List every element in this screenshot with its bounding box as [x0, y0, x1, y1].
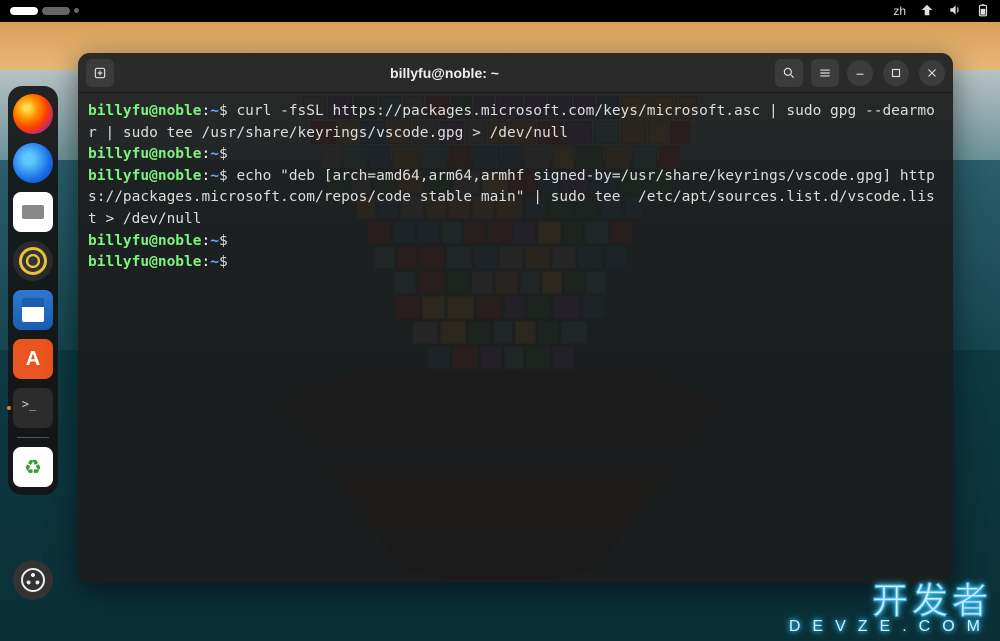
search-button[interactable]	[775, 59, 803, 87]
dock-software[interactable]	[13, 339, 53, 379]
dock-terminal[interactable]	[13, 388, 53, 428]
terminal-line: billyfu@noble:~$	[88, 252, 943, 274]
terminal-line: billyfu@noble:~$ curl -fsSL https://pack…	[88, 101, 943, 144]
terminal-window: billyfu@noble: ~ billyfu@noble:~$ curl -…	[78, 53, 953, 583]
terminal-line: billyfu@noble:~$	[88, 144, 943, 166]
terminal-title: billyfu@noble: ~	[122, 65, 767, 81]
top-bar: zh	[0, 0, 1000, 22]
terminal-line: billyfu@noble:~$ echo "deb [arch=amd64,a…	[88, 166, 943, 231]
dock-firefox[interactable]	[13, 94, 53, 134]
terminal-body[interactable]: billyfu@noble:~$ curl -fsSL https://pack…	[78, 93, 953, 282]
terminal-titlebar: billyfu@noble: ~	[78, 53, 953, 93]
dock-trash[interactable]	[13, 447, 53, 487]
battery-icon[interactable]	[976, 3, 990, 20]
activities-indicator[interactable]	[10, 7, 79, 15]
ime-indicator[interactable]: zh	[893, 4, 906, 18]
close-button[interactable]	[919, 60, 945, 86]
menu-button[interactable]	[811, 59, 839, 87]
show-applications-button[interactable]	[13, 560, 53, 600]
network-icon[interactable]	[920, 3, 934, 20]
dock-writer[interactable]	[13, 290, 53, 330]
terminal-line: billyfu@noble:~$	[88, 231, 943, 253]
minimize-button[interactable]	[847, 60, 873, 86]
dock-files[interactable]	[13, 192, 53, 232]
volume-icon[interactable]	[948, 3, 962, 20]
dock-thunderbird[interactable]	[13, 143, 53, 183]
dock-rhythmbox[interactable]	[13, 241, 53, 281]
watermark: 开发者 DEVZE.COM	[789, 583, 992, 635]
dock	[8, 86, 58, 495]
maximize-button[interactable]	[883, 60, 909, 86]
new-tab-button[interactable]	[86, 59, 114, 87]
